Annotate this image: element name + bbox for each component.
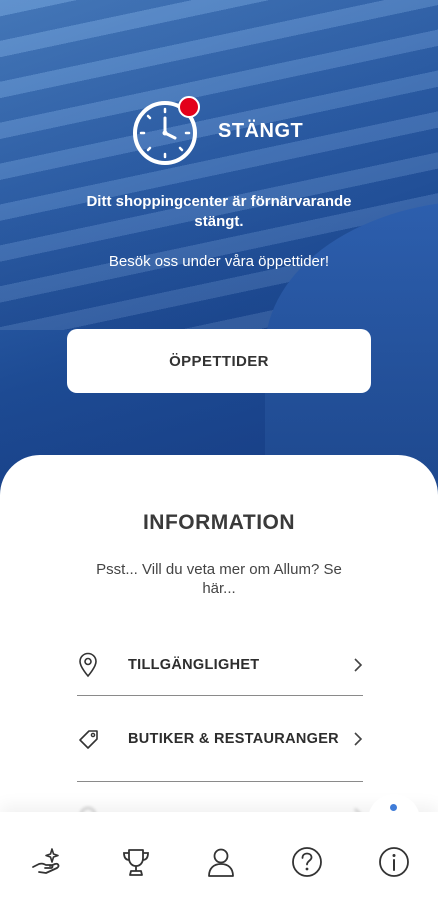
closed-message: Ditt shoppingcenter är förnärvarande stä…: [86, 193, 352, 230]
visit-message: Besök oss under våra öppettider!: [108, 253, 330, 270]
tab-profile[interactable]: [201, 842, 241, 882]
bottom-tab-bar: [0, 794, 438, 900]
tag-icon: [77, 726, 113, 752]
status-label: STÄNGT: [218, 119, 304, 142]
closed-indicator-dot: [178, 96, 200, 118]
hero-banner: STÄNGT Ditt shoppingcenter är förnärvara…: [0, 0, 438, 500]
info-item-label: BUTIKER & RESTAURANGER: [128, 730, 339, 747]
info-icon: [379, 847, 409, 877]
information-subtitle: Psst... Vill du veta mer om Allum? Se hä…: [96, 561, 342, 597]
trophy-icon: [123, 849, 149, 876]
opening-hours-button[interactable]: ÖPPETTIDER: [67, 329, 371, 393]
status-row: STÄNGT: [130, 95, 303, 167]
offers-hand-icon: [32, 848, 60, 874]
chevron-right-icon: [343, 657, 363, 673]
profile-icon: [208, 848, 234, 877]
help-icon: [292, 847, 322, 877]
active-tab-indicator: [390, 804, 397, 811]
tab-offers[interactable]: [27, 842, 67, 882]
information-title: INFORMATION: [142, 511, 296, 534]
tab-trophy[interactable]: [116, 842, 156, 882]
info-item-accessibility[interactable]: TILLGÄNGLIGHET: [77, 635, 363, 696]
info-item-label: TILLGÄNGLIGHET: [128, 657, 260, 673]
location-pin-icon: [77, 652, 113, 678]
clock-icon: [130, 96, 200, 166]
tab-help[interactable]: [287, 842, 327, 882]
info-item-stores-restaurants[interactable]: BUTIKER & RESTAURANGER: [77, 696, 363, 782]
tab-info[interactable]: [374, 842, 414, 882]
chevron-right-icon: [343, 731, 363, 747]
